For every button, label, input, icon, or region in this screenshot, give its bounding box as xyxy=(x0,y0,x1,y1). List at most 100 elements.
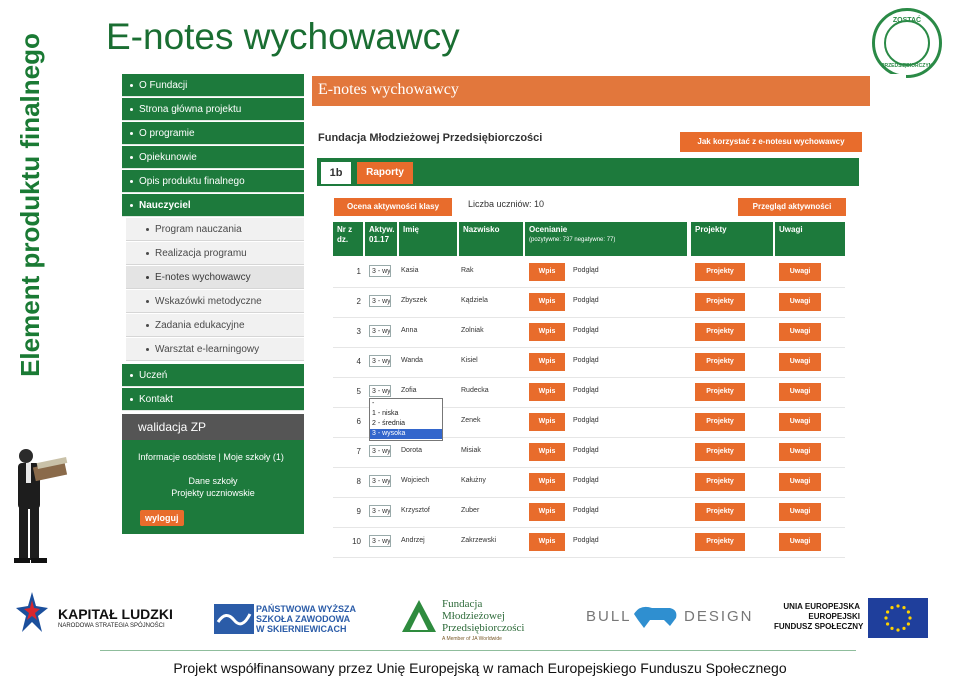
nav-item-kontakt[interactable]: Kontakt xyxy=(122,388,304,411)
projekty-button[interactable]: Projekty xyxy=(695,413,745,431)
przeglad-aktywnosci-button[interactable]: Przegląd aktywności xyxy=(738,198,846,216)
podglad-link[interactable]: Podgląd xyxy=(573,477,599,484)
dropdown-option[interactable]: - xyxy=(370,399,442,409)
nav-item-opis-produktu[interactable]: Opis produktu finalnego xyxy=(122,170,304,193)
row-number: 10 xyxy=(352,537,361,546)
aktywnosc-select[interactable]: 3 - wysoka xyxy=(369,445,391,457)
student-last-name: Kisiel xyxy=(461,357,478,364)
slide: Element produktu finalnego E-notes wycho… xyxy=(0,0,960,681)
uwagi-button[interactable]: Uwagi xyxy=(779,263,821,281)
dropdown-option[interactable]: 1 - niska xyxy=(370,409,442,419)
projekty-button[interactable]: Projekty xyxy=(695,503,745,521)
aktywnosc-select[interactable]: 3 - wysoka xyxy=(369,265,391,277)
projekty-button[interactable]: Projekty xyxy=(695,293,745,311)
aktywnosc-select[interactable]: 3 - wysoka xyxy=(369,295,391,307)
projekty-button[interactable]: Projekty xyxy=(695,383,745,401)
nav-subitem-wskazowki-metodyczne[interactable]: Wskazówki metodyczne xyxy=(126,290,304,313)
wpis-button[interactable]: Wpis xyxy=(529,413,565,431)
podglad-link[interactable]: Podgląd xyxy=(573,507,599,514)
nav-label: Opiekunowie xyxy=(139,152,197,163)
ocena-aktywnosci-button[interactable]: Ocena aktywności klasy xyxy=(334,198,452,216)
bullet-icon xyxy=(130,83,133,87)
wpis-button[interactable]: Wpis xyxy=(529,383,565,401)
uwagi-button[interactable]: Uwagi xyxy=(779,383,821,401)
podglad-link[interactable]: Podgląd xyxy=(573,267,599,274)
zostac-przedsiebiorczym-seal: ZOSTAĆ PRZEDSIĘBIORCZYM xyxy=(872,8,942,78)
nav-item-strona-glowna[interactable]: Strona główna projektu xyxy=(122,98,304,121)
wpis-button[interactable]: Wpis xyxy=(529,323,565,341)
slide-title: E-notes wychowawcy xyxy=(106,16,460,57)
nav-label: E-notes wychowawcy xyxy=(155,272,251,283)
podglad-link[interactable]: Podgląd xyxy=(573,387,599,394)
nav-item-o-fundacji[interactable]: O Fundacji xyxy=(122,74,304,97)
podglad-link[interactable]: Podgląd xyxy=(573,327,599,334)
nav-subitem-warsztat-e-learningowy[interactable]: Warsztat e-learningowy xyxy=(126,338,304,361)
wpis-button[interactable]: Wpis xyxy=(529,473,565,491)
table-row: 8 3 - wysoka Wojciech Kałużny Wpis Podgląd Pro… xyxy=(333,468,845,498)
nav-subitem-realizacja-programu[interactable]: Realizacja programu xyxy=(126,242,304,265)
podglad-link[interactable]: Podgląd xyxy=(573,417,599,424)
wpis-button[interactable]: Wpis xyxy=(529,263,565,281)
uwagi-button[interactable]: Uwagi xyxy=(779,293,821,311)
projekty-uczniowskie-link[interactable]: Projekty uczniowskie xyxy=(122,488,304,498)
aktywnosc-select[interactable]: 3 - wysoka xyxy=(369,355,391,367)
class-tabs: 1b Raporty xyxy=(317,158,859,186)
table-row: 10 3 - wysoka Andrzej Zakrzewski Wpis Podgląd… xyxy=(333,528,845,558)
aktywnosc-select[interactable]: 3 - wysoka xyxy=(369,505,391,517)
fundacja-line: Młodzieżowej xyxy=(442,610,505,622)
kapital-ludzki-title: KAPITAŁ LUDZKI xyxy=(58,606,173,622)
nav-item-o-programie[interactable]: O programie xyxy=(122,122,304,145)
header-ocenianie-counts: (pozytywne: 737 negatywne: 77) xyxy=(529,237,616,243)
dane-szkoly-link[interactable]: Dane szkoły xyxy=(122,476,304,486)
bullet-icon xyxy=(130,107,133,111)
projekty-button[interactable]: Projekty xyxy=(695,443,745,461)
aktywnosc-select[interactable]: 3 - wysoka xyxy=(369,325,391,337)
uwagi-button[interactable]: Uwagi xyxy=(779,353,821,371)
nav-label: O Fundacji xyxy=(139,80,188,91)
uwagi-button[interactable]: Uwagi xyxy=(779,413,821,431)
info-links[interactable]: Informacje osobiste | Moje szkoły (1) xyxy=(138,452,284,462)
nav-item-nauczyciel[interactable]: Nauczyciel xyxy=(122,194,304,217)
uwagi-button[interactable]: Uwagi xyxy=(779,323,821,341)
projekty-button[interactable]: Projekty xyxy=(695,323,745,341)
nav-subitem-zadania-edukacyjne[interactable]: Zadania edukacyjne xyxy=(126,314,304,337)
projekty-button[interactable]: Projekty xyxy=(695,353,745,371)
aktywnosc-select[interactable]: 3 - wysoka xyxy=(369,535,391,547)
podglad-link[interactable]: Podgląd xyxy=(573,537,599,544)
student-first-name: Kasia xyxy=(401,267,419,274)
howto-button[interactable]: Jak korzystać z e-notesu wychowawcy xyxy=(680,132,862,152)
projekty-button[interactable]: Projekty xyxy=(695,533,745,551)
student-last-name: Zuber xyxy=(461,507,480,514)
row-number: 9 xyxy=(356,507,361,516)
pwsz-name: PAŃSTWOWA WYŻSZA SZKOŁA ZAWODOWA W SKIER… xyxy=(256,604,356,634)
uwagi-button[interactable]: Uwagi xyxy=(779,503,821,521)
aktywnosc-select[interactable]: 3 - wysoka xyxy=(369,385,391,397)
podglad-link[interactable]: Podgląd xyxy=(573,447,599,454)
uwagi-button[interactable]: Uwagi xyxy=(779,473,821,491)
podglad-link[interactable]: Podgląd xyxy=(573,297,599,304)
nav-item-uczen[interactable]: Uczeń xyxy=(122,364,304,387)
aktywnosc-dropdown[interactable]: - 1 - niska 2 - średnia 3 - wysoka xyxy=(369,398,443,441)
uwagi-button[interactable]: Uwagi xyxy=(779,533,821,551)
wpis-button[interactable]: Wpis xyxy=(529,293,565,311)
nav-subitem-program-nauczania[interactable]: Program nauczania xyxy=(126,218,304,241)
student-last-name: Kałużny xyxy=(461,477,486,484)
dropdown-option[interactable]: 2 - średnia xyxy=(370,419,442,429)
logout-button[interactable]: wyloguj xyxy=(140,510,184,526)
tab-raporty[interactable]: Raporty xyxy=(357,162,413,184)
bullet-icon xyxy=(130,131,133,135)
nav-item-opiekunowie[interactable]: Opiekunowie xyxy=(122,146,304,169)
dropdown-option-selected[interactable]: 3 - wysoka xyxy=(370,429,442,439)
wpis-button[interactable]: Wpis xyxy=(529,353,565,371)
bullet-icon xyxy=(130,155,133,159)
projekty-button[interactable]: Projekty xyxy=(695,473,745,491)
projekty-button[interactable]: Projekty xyxy=(695,263,745,281)
nav-subitem-e-notes-wychowawcy[interactable]: E-notes wychowawcy xyxy=(126,266,304,289)
podglad-link[interactable]: Podgląd xyxy=(573,357,599,364)
wpis-button[interactable]: Wpis xyxy=(529,503,565,521)
wpis-button[interactable]: Wpis xyxy=(529,443,565,461)
tab-class-1b[interactable]: 1b xyxy=(321,162,351,184)
uwagi-button[interactable]: Uwagi xyxy=(779,443,821,461)
aktywnosc-select[interactable]: 3 - wysoka xyxy=(369,475,391,487)
wpis-button[interactable]: Wpis xyxy=(529,533,565,551)
